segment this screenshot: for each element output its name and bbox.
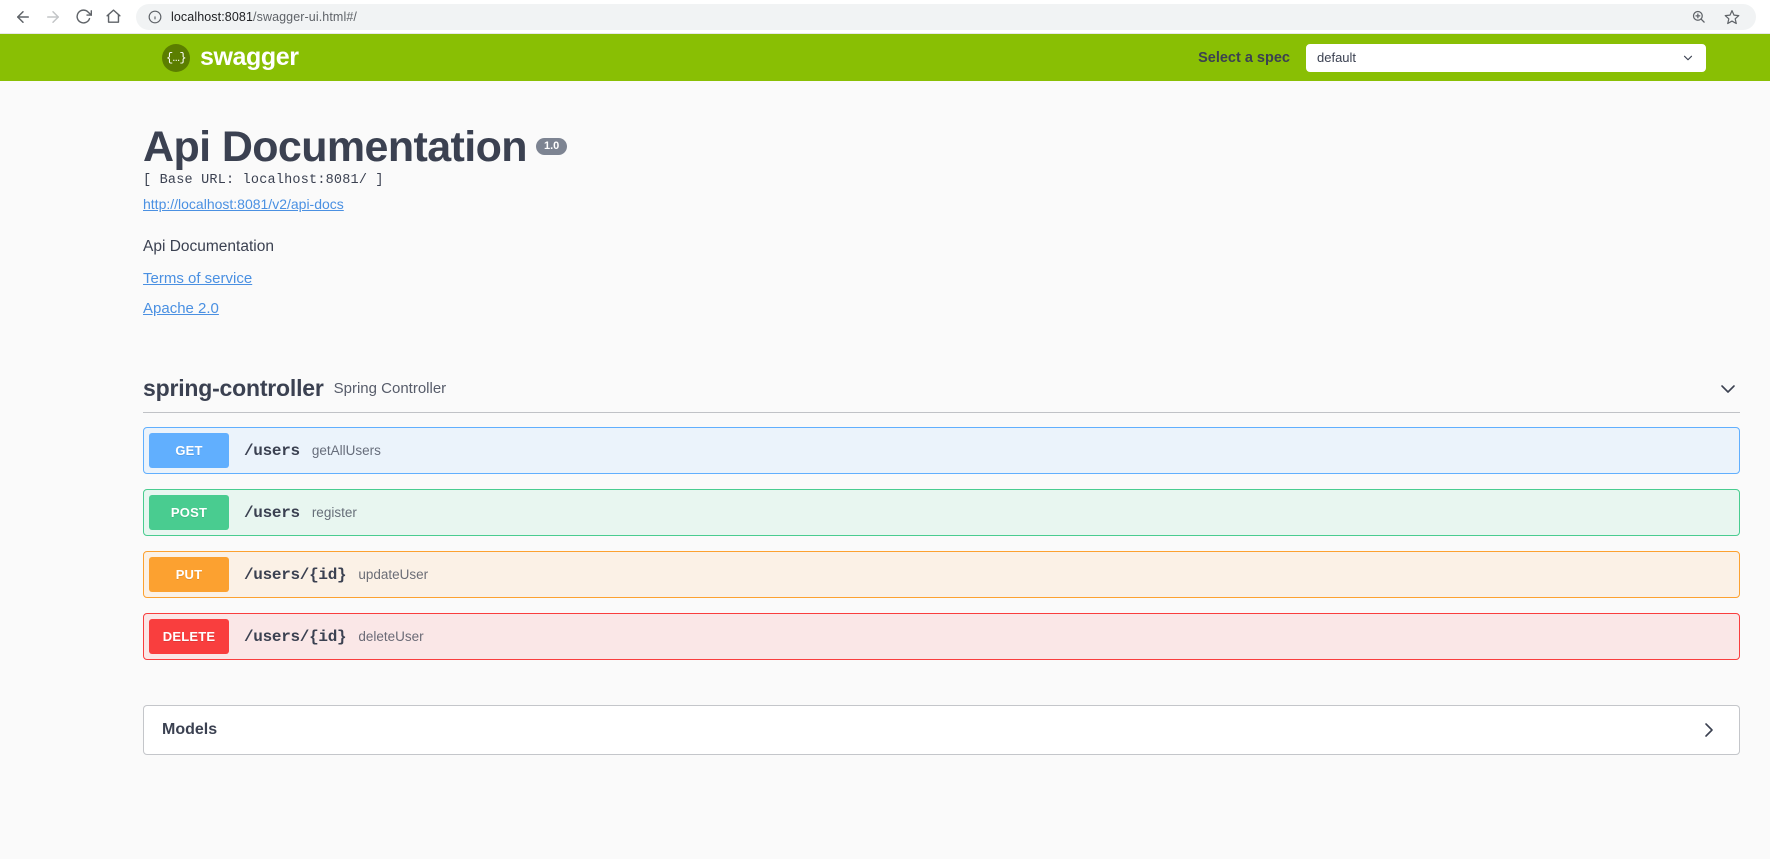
operation-method-badge: POST — [149, 495, 229, 531]
tag-section-spring-controller: spring-controller Spring Controller GET /… — [0, 375, 1770, 661]
tag-name: spring-controller — [143, 375, 324, 402]
info-circle-icon[interactable] — [148, 10, 162, 24]
swagger-page: Api Documentation 1.0 [ Base URL: localh… — [0, 81, 1770, 859]
operations-list: GET/users getAllUsers POST/users register PU… — [143, 427, 1740, 661]
url-path: /swagger-ui.html#/ — [253, 9, 357, 24]
spec-select-value: default — [1317, 50, 1357, 65]
tag-header[interactable]: spring-controller Spring Controller — [143, 375, 1740, 414]
forward-button[interactable] — [38, 2, 68, 32]
swagger-logo-text: swagger — [200, 43, 299, 71]
api-title-row: Api Documentation 1.0 — [143, 123, 1770, 171]
chevron-down-icon[interactable] — [1716, 377, 1740, 401]
spec-selector-label: Select a spec — [1198, 49, 1290, 66]
omnibox-actions — [1691, 9, 1744, 25]
spec-selector: Select a spec default — [1198, 43, 1706, 72]
swagger-topbar: {…} swagger Select a spec default — [0, 34, 1770, 81]
swagger-logo-link[interactable]: {…} swagger — [162, 43, 299, 72]
api-description: Api Documentation — [143, 238, 274, 256]
operation-summary: getAllUsers — [311, 443, 381, 459]
operation-method-badge: DELETE — [149, 619, 229, 655]
operation-row-put[interactable]: PUT/users/{id} updateUser — [143, 551, 1740, 599]
terms-of-service-link[interactable]: Terms of service — [143, 270, 1770, 287]
browser-toolbar: localhost:8081/swagger-ui.html#/ — [0, 0, 1770, 34]
chevron-right-icon[interactable] — [1697, 718, 1721, 742]
home-button[interactable] — [98, 2, 128, 32]
operation-path: /users/{id} — [244, 565, 347, 584]
api-docs-link[interactable]: http://localhost:8081/v2/api-docs — [143, 196, 344, 212]
models-title: Models — [162, 721, 218, 739]
reload-icon — [75, 8, 92, 25]
operation-path: /users/{id} — [244, 627, 347, 646]
star-icon[interactable] — [1724, 9, 1740, 25]
base-url-text: [ Base URL: localhost:8081/ ] — [143, 173, 384, 189]
operation-summary: deleteUser — [358, 629, 424, 645]
reload-button[interactable] — [68, 2, 98, 32]
url-text: localhost:8081/swagger-ui.html#/ — [171, 10, 357, 24]
address-bar[interactable]: localhost:8081/swagger-ui.html#/ — [136, 3, 1756, 30]
operation-summary: register — [311, 505, 357, 521]
operation-method-badge: GET — [149, 433, 229, 469]
chevron-down-icon — [1681, 51, 1695, 65]
operation-row-post[interactable]: POST/users register — [143, 489, 1740, 537]
swagger-logo-icon: {…} — [162, 43, 190, 72]
forward-arrow-icon — [44, 8, 62, 26]
operation-path: /users — [244, 441, 300, 460]
url-host: localhost:8081 — [171, 9, 254, 24]
back-arrow-icon — [14, 8, 32, 26]
spec-select[interactable]: default — [1306, 43, 1706, 72]
operation-row-delete[interactable]: DELETE/users/{id} deleteUser — [143, 613, 1740, 661]
operation-path: /users — [244, 503, 300, 522]
operation-summary: updateUser — [358, 567, 429, 583]
api-info-block: Api Documentation 1.0 [ Base URL: localh… — [0, 81, 1770, 317]
models-section[interactable]: Models — [143, 705, 1740, 756]
home-icon — [105, 8, 122, 25]
page-title: Api Documentation — [143, 123, 528, 171]
back-button[interactable] — [8, 2, 38, 32]
zoom-in-icon[interactable] — [1691, 9, 1706, 24]
tag-description: Spring Controller — [333, 380, 447, 398]
version-badge: 1.0 — [535, 138, 568, 156]
license-link[interactable]: Apache 2.0 — [143, 300, 1770, 317]
operation-row-get[interactable]: GET/users getAllUsers — [143, 427, 1740, 475]
operation-method-badge: PUT — [149, 557, 229, 593]
